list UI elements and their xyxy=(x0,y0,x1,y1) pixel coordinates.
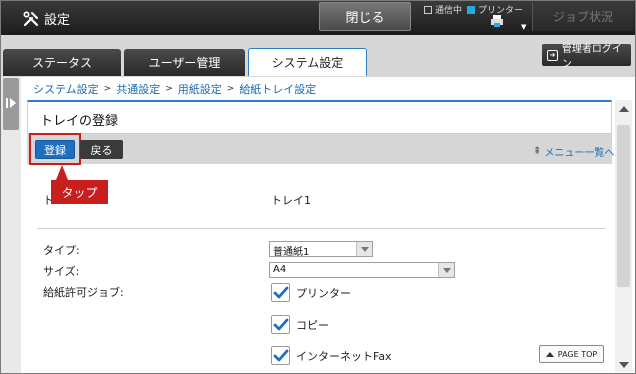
admin-login-label: 管理者ログイン xyxy=(561,44,622,70)
job-option-copy[interactable]: コピー xyxy=(271,315,329,334)
chevron-down-icon xyxy=(438,263,454,277)
page-top-label: PAGE TOP xyxy=(557,349,598,359)
scroll-down-icon[interactable] xyxy=(619,362,629,368)
app-title-label: 設定 xyxy=(44,13,71,28)
job-status-button: ジョブ状況 xyxy=(532,2,633,31)
breadcrumb-separator: > xyxy=(226,84,235,94)
type-select[interactable]: 普通紙1 xyxy=(269,241,373,258)
status-printer-indicator xyxy=(467,5,476,14)
menu-list-label: メニュー一覧へ xyxy=(544,148,615,159)
scroll-up-icon[interactable] xyxy=(619,106,629,112)
back-button[interactable]: 戻る xyxy=(80,140,123,159)
printer-dropdown-caret-icon[interactable]: ▼ xyxy=(521,23,526,31)
breadcrumb-common-settings[interactable]: 共通設定 xyxy=(116,81,160,97)
expand-handle-bar-icon xyxy=(6,98,8,108)
breadcrumb-paper-settings[interactable]: 用紙設定 xyxy=(178,81,222,97)
checkbox-internet-fax[interactable] xyxy=(271,346,290,365)
tray-value: トレイ1 xyxy=(271,194,311,207)
breadcrumb-paper-tray-settings[interactable]: 給紙トレイ設定 xyxy=(239,81,316,97)
breadcrumb-separator: > xyxy=(165,84,173,94)
checkbox-printer[interactable] xyxy=(271,283,290,302)
checkbox-copy[interactable] xyxy=(271,315,290,334)
tap-pointer-arrow xyxy=(56,165,68,180)
job-option-printer[interactable]: プリンター xyxy=(271,283,351,302)
tab-bar: ステータス ユーザー管理 システム設定 ➜ 管理者ログイン xyxy=(1,35,635,77)
chevron-down-icon xyxy=(356,242,372,256)
page-top-button[interactable]: PAGE TOP xyxy=(539,345,604,363)
menu-list-link[interactable]: ⇞ メニュー一覧へ xyxy=(533,144,614,159)
breadcrumb-system-settings[interactable]: システム設定 xyxy=(33,81,99,97)
checkmark-icon xyxy=(273,318,288,330)
close-button[interactable]: 閉じる xyxy=(319,2,411,31)
checkmark-icon xyxy=(273,349,288,361)
caret-up-icon xyxy=(545,351,554,357)
allowed-jobs-label: 給紙許可ジョブ: xyxy=(43,286,124,299)
type-label: タイプ: xyxy=(43,244,80,257)
app-title: 設定 xyxy=(23,9,70,28)
breadcrumb-separator: > xyxy=(103,84,112,94)
panel-header: トレイの登録 xyxy=(27,100,612,134)
tab-system-settings[interactable]: システム設定 xyxy=(248,48,367,76)
tab-status[interactable]: ステータス xyxy=(3,49,121,76)
expand-panel-handle[interactable] xyxy=(3,78,19,130)
status-communication-indicator xyxy=(424,5,432,14)
section-divider xyxy=(37,228,605,229)
login-icon: ➜ xyxy=(547,49,558,61)
checkmark-icon xyxy=(273,286,288,298)
breadcrumb: システム設定 > 共通設定 > 用紙設定 > 給紙トレイ設定 xyxy=(33,81,316,97)
status-communication: 通信中 xyxy=(424,3,462,16)
status-indicators: 通信中 プリンター xyxy=(424,3,528,16)
size-label: サイズ: xyxy=(43,265,80,278)
tools-icon xyxy=(23,10,39,26)
job-option-internet-fax[interactable]: インターネットFax xyxy=(271,346,392,365)
size-select[interactable]: A4 xyxy=(269,262,455,278)
size-select-value: A4 xyxy=(273,264,287,275)
printer-icon[interactable] xyxy=(490,14,504,31)
tap-highlight-box xyxy=(29,133,81,165)
tab-user-management[interactable]: ユーザー管理 xyxy=(124,49,245,76)
admin-login-button[interactable]: ➜ 管理者ログイン xyxy=(542,44,631,70)
type-select-value: 普通紙1 xyxy=(273,247,310,258)
scrollbar-thumb[interactable] xyxy=(617,125,630,287)
page-title: トレイの登録 xyxy=(40,114,119,129)
tap-annotation: タップ xyxy=(51,180,108,204)
job-option-copy-label: コピー xyxy=(296,318,329,332)
job-option-printer-label: プリンター xyxy=(296,286,351,300)
expand-arrow-icon xyxy=(10,98,16,108)
menu-list-icon: ⇞ xyxy=(533,146,542,157)
status-communication-label: 通信中 xyxy=(435,6,463,16)
job-option-internet-fax-label: インターネットFax xyxy=(296,349,392,363)
